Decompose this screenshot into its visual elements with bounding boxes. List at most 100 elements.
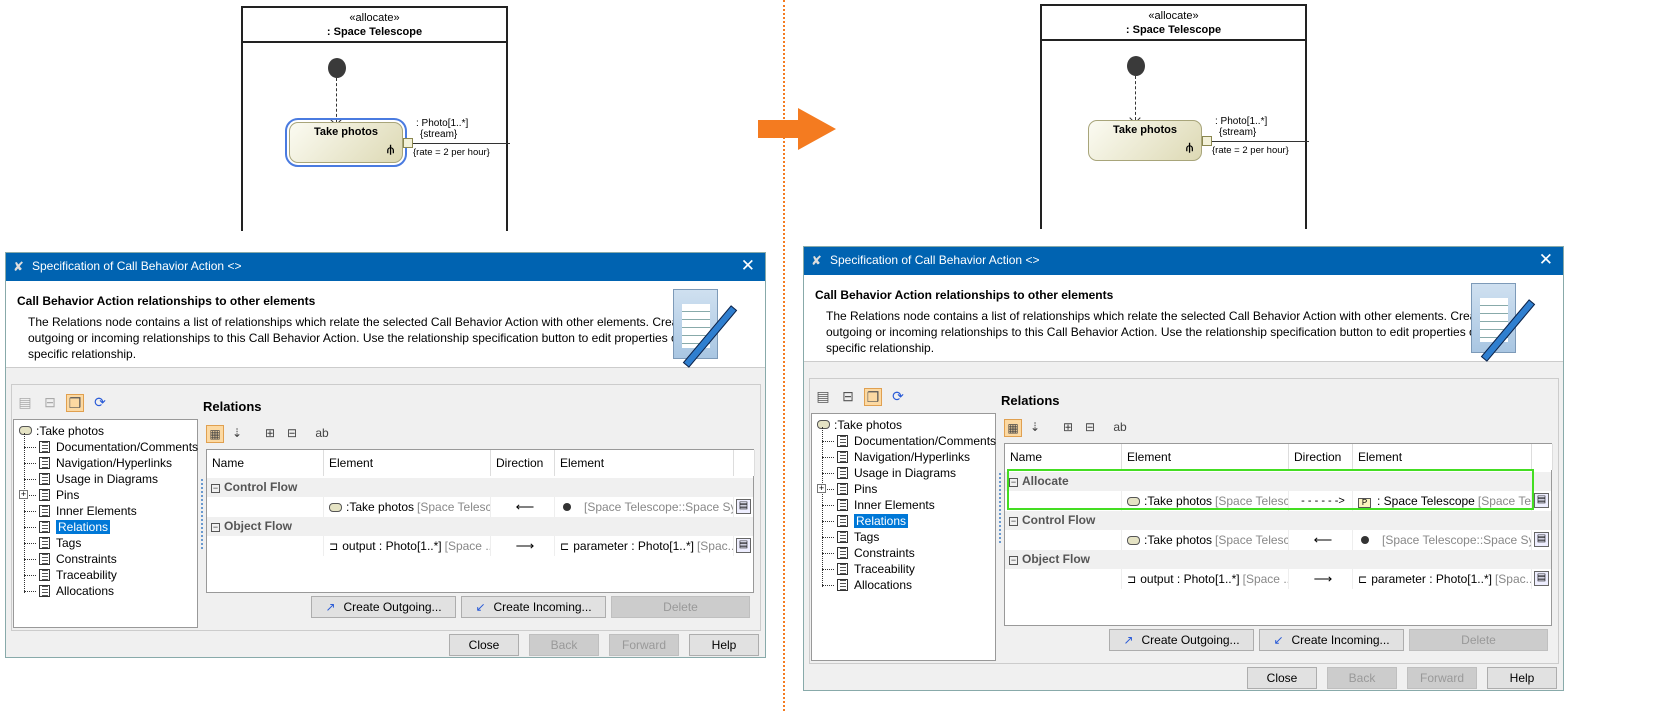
tree-item-relations[interactable]: Relations	[822, 513, 909, 529]
tree-item-pins[interactable]: Pins	[822, 481, 877, 497]
create-incoming-button[interactable]: ↙ Create Incoming...	[461, 596, 606, 618]
initial-node-icon[interactable]	[1127, 56, 1145, 76]
column-header-1[interactable]: Element	[1122, 444, 1289, 470]
action-take-photos[interactable]: Take photos	[285, 118, 407, 167]
relationship-spec-button[interactable]: ▤	[1534, 493, 1549, 508]
group-header[interactable]: − Object Flow	[1005, 550, 1551, 569]
relationship-spec-button[interactable]: ▤	[736, 538, 751, 553]
tree-item-tags[interactable]: Tags	[24, 535, 81, 551]
column-header-1[interactable]: Element	[324, 450, 491, 476]
expand-all-icon[interactable]: ⊞	[261, 425, 279, 443]
tree-view-icon[interactable]: ⊟	[839, 388, 857, 406]
expand-all-icon[interactable]: ⊞	[1059, 419, 1077, 437]
group-by-icon[interactable]: ▦	[206, 425, 224, 443]
table-row[interactable]: ⊐ output : Photo[1..*] [Space ... ⟶ ⊏ paramet…	[1005, 569, 1551, 589]
tree-item-navigation-hyperlinks[interactable]: Navigation/Hyperlinks	[822, 449, 970, 465]
show-names-icon[interactable]: ab	[313, 425, 331, 443]
tree-item-traceability[interactable]: Traceability	[24, 567, 117, 583]
create-incoming-button[interactable]: ↙ Create Incoming...	[1259, 629, 1404, 651]
source-element-cell[interactable]: ⊐ output : Photo[1..*] [Space ...	[324, 536, 491, 556]
tree-item-usage-in-diagrams[interactable]: Usage in Diagrams	[822, 465, 956, 481]
tree-item-documentation-comments[interactable]: Documentation/Comments	[822, 433, 996, 449]
column-header-2[interactable]: Direction	[491, 450, 555, 476]
output-pin[interactable]	[1202, 136, 1212, 146]
relationship-spec-button[interactable]: ▤	[736, 499, 751, 514]
forward-button[interactable]: Forward	[609, 634, 679, 656]
create-outgoing-button[interactable]: ↗ Create Outgoing...	[311, 596, 456, 618]
delete-button[interactable]: Delete	[611, 596, 750, 618]
group-header[interactable]: − Control Flow	[207, 478, 753, 497]
relationship-spec-button[interactable]: ▤	[1534, 532, 1549, 547]
source-element-cell[interactable]: ⊐ output : Photo[1..*] [Space ...	[1122, 569, 1289, 589]
list-view-icon[interactable]: ▤	[16, 394, 34, 412]
group-header[interactable]: − Control Flow	[1005, 511, 1551, 530]
list-view-icon[interactable]: ▤	[814, 388, 832, 406]
relations-table[interactable]: Name Element Direction Element − Allocate:Tak…	[1004, 443, 1553, 626]
back-button[interactable]: Back	[529, 634, 599, 656]
table-row[interactable]: :Take photos[Space Telesc...⟵[Space Tele…	[207, 497, 753, 517]
action-take-photos[interactable]: Take photos	[1088, 120, 1202, 161]
target-element-cell[interactable]: ⊏ parameter : Photo[1..*] [Spac...	[555, 536, 734, 556]
help-button[interactable]: Help	[689, 634, 759, 656]
refresh-icon[interactable]: ⟳	[889, 388, 907, 406]
target-element-cell[interactable]: [Space Telescope::Space Syst...	[555, 497, 734, 517]
close-icon[interactable]: ✕	[1539, 250, 1553, 270]
column-header-3[interactable]: Element	[1353, 444, 1532, 470]
splitter-handle[interactable]	[201, 479, 203, 549]
column-header-0[interactable]: Name	[1005, 444, 1122, 470]
tree-item-relations[interactable]: Relations	[24, 519, 111, 535]
column-header-0[interactable]: Name	[207, 450, 324, 476]
collapse-icon[interactable]: −	[211, 484, 220, 493]
column-header-3[interactable]: Element	[555, 450, 734, 476]
delete-button[interactable]: Delete	[1409, 629, 1548, 651]
target-element-cell[interactable]: [Space Telescope::Space Syst...	[1353, 530, 1532, 550]
sort-icon[interactable]: ⇣	[228, 425, 246, 443]
collapse-all-icon[interactable]: ⊟	[1081, 419, 1099, 437]
show-names-icon[interactable]: ab	[1111, 419, 1129, 437]
toggle-view-icon[interactable]: ❐	[864, 388, 882, 406]
help-button[interactable]: Help	[1487, 667, 1557, 689]
tree-item-allocations[interactable]: Allocations	[24, 583, 114, 599]
expand-icon[interactable]: +	[19, 490, 28, 499]
table-row[interactable]: :Take photos[Space Telesc...⟵[Space Tele…	[1005, 530, 1551, 550]
toggle-view-icon[interactable]: ❐	[66, 394, 84, 412]
table-row[interactable]: ⊐ output : Photo[1..*] [Space ... ⟶ ⊏ paramet…	[207, 536, 753, 556]
create-outgoing-button[interactable]: ↗ Create Outgoing...	[1109, 629, 1254, 651]
tree-item-usage-in-diagrams[interactable]: Usage in Diagrams	[24, 471, 158, 487]
relations-table[interactable]: Name Element Direction Element − Control Flow…	[206, 449, 755, 593]
group-by-icon[interactable]: ▦	[1004, 419, 1022, 437]
tree-item-traceability[interactable]: Traceability	[822, 561, 915, 577]
tree-item-constraints[interactable]: Constraints	[822, 545, 915, 561]
close-button[interactable]: Close	[1247, 667, 1317, 689]
column-header-2[interactable]: Direction	[1289, 444, 1353, 470]
target-element-cell[interactable]: ⊏ parameter : Photo[1..*] [Spac...	[1353, 569, 1532, 589]
collapse-icon[interactable]: −	[211, 523, 220, 532]
source-element-cell[interactable]: :Take photos[Space Telesc...	[1122, 530, 1289, 550]
tree-item-navigation-hyperlinks[interactable]: Navigation/Hyperlinks	[24, 455, 172, 471]
close-button[interactable]: Close	[449, 634, 519, 656]
tree-view-icon[interactable]: ⊟	[41, 394, 59, 412]
tree-item-constraints[interactable]: Constraints	[24, 551, 117, 567]
tree-item-pins[interactable]: Pins	[24, 487, 79, 503]
tree-item-tags[interactable]: Tags	[822, 529, 879, 545]
refresh-icon[interactable]: ⟳	[91, 394, 109, 412]
forward-button[interactable]: Forward	[1407, 667, 1477, 689]
close-icon[interactable]: ✕	[741, 256, 755, 276]
tree-item-documentation-comments[interactable]: Documentation/Comments	[24, 439, 198, 455]
collapse-all-icon[interactable]: ⊟	[283, 425, 301, 443]
tree-root[interactable]: :Take photos	[817, 417, 902, 433]
tree-item-allocations[interactable]: Allocations	[822, 577, 912, 593]
element-tree[interactable]: :Take photos Documentation/Comments Naviga…	[811, 413, 996, 661]
source-element-cell[interactable]: :Take photos[Space Telesc...	[324, 497, 491, 517]
sort-icon[interactable]: ⇣	[1026, 419, 1044, 437]
back-button[interactable]: Back	[1327, 667, 1397, 689]
relationship-spec-button[interactable]: ▤	[1534, 571, 1549, 586]
tree-item-inner-elements[interactable]: Inner Elements	[24, 503, 137, 519]
tree-item-inner-elements[interactable]: Inner Elements	[822, 497, 935, 513]
collapse-icon[interactable]: −	[1009, 517, 1018, 526]
splitter-handle[interactable]	[999, 473, 1001, 543]
collapse-icon[interactable]: −	[1009, 556, 1018, 565]
initial-node-icon[interactable]	[328, 58, 346, 78]
expand-icon[interactable]: +	[817, 484, 826, 493]
tree-root[interactable]: :Take photos	[19, 423, 104, 439]
